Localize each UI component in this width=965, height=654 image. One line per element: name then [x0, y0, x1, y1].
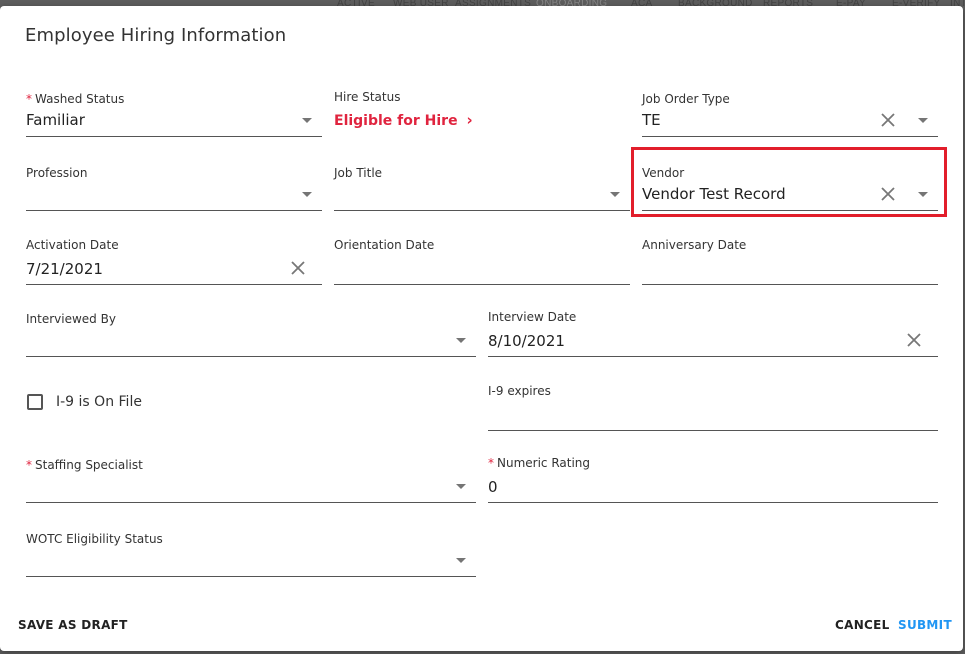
- orientation-date-field[interactable]: Orientation Date: [334, 238, 630, 285]
- job-title-select[interactable]: Job Title: [334, 166, 630, 212]
- i9-on-file-label: I-9 is On File: [56, 394, 142, 410]
- job-order-type-value: TE: [642, 111, 661, 129]
- wotc-status-label: WOTC Eligibility Status: [26, 532, 163, 546]
- hire-status-label: Hire Status: [334, 90, 401, 104]
- job-order-type-label: Job Order Type: [642, 92, 730, 106]
- washed-status-value: Familiar: [26, 111, 85, 129]
- interview-date-value: 8/10/2021: [488, 332, 565, 350]
- numeric-rating-label: * Numeric Rating: [488, 456, 590, 470]
- required-marker: *: [26, 92, 32, 106]
- field-underline: [26, 136, 322, 137]
- wotc-status-select[interactable]: WOTC Eligibility Status: [26, 532, 476, 578]
- required-marker: *: [26, 458, 32, 472]
- i9-expires-label: I-9 expires: [488, 384, 551, 398]
- numeric-rating-field[interactable]: * Numeric Rating 0: [488, 456, 938, 503]
- hire-status-link[interactable]: Eligible for Hire ›: [334, 111, 473, 129]
- field-underline: [26, 210, 322, 211]
- hiring-info-dialog: Employee Hiring Information * Washed Stat…: [0, 6, 963, 651]
- numeric-rating-value: 0: [488, 478, 498, 496]
- activation-date-field[interactable]: Activation Date 7/21/2021: [26, 238, 322, 285]
- field-underline: [488, 502, 938, 503]
- field-underline: [26, 576, 476, 577]
- numeric-rating-label-text: Numeric Rating: [497, 456, 591, 470]
- i9-expires-field[interactable]: I-9 expires: [488, 384, 938, 431]
- chevron-down-icon[interactable]: [610, 192, 620, 197]
- field-underline: [26, 502, 476, 503]
- activation-date-label: Activation Date: [26, 238, 119, 252]
- required-marker: *: [488, 456, 494, 470]
- chevron-down-icon[interactable]: [456, 338, 466, 343]
- interviewed-by-label: Interviewed By: [26, 312, 116, 326]
- field-underline: [26, 356, 476, 357]
- field-underline: [488, 430, 938, 431]
- washed-status-select[interactable]: * Washed Status Familiar: [26, 92, 322, 138]
- chevron-down-icon[interactable]: [302, 118, 312, 123]
- field-underline: [334, 284, 630, 285]
- anniversary-date-field[interactable]: Anniversary Date: [642, 238, 938, 285]
- activation-date-value: 7/21/2021: [26, 260, 103, 278]
- i9-on-file-checkbox[interactable]: [27, 394, 43, 410]
- chevron-down-icon[interactable]: [302, 192, 312, 197]
- chevron-down-icon[interactable]: [456, 484, 466, 489]
- washed-status-label-text: Washed Status: [35, 92, 125, 106]
- chevron-down-icon[interactable]: [456, 558, 466, 563]
- staffing-specialist-label: * Staffing Specialist: [26, 458, 143, 472]
- vendor-highlight-box: [631, 147, 947, 217]
- chevron-down-icon[interactable]: [918, 118, 928, 123]
- profession-label: Profession: [26, 166, 88, 180]
- interviewed-by-select[interactable]: Interviewed By: [26, 312, 476, 358]
- dialog-title: Employee Hiring Information: [25, 25, 287, 46]
- clear-icon[interactable]: [906, 332, 922, 348]
- field-underline: [488, 356, 938, 357]
- washed-status-label: * Washed Status: [26, 92, 124, 106]
- orientation-date-label: Orientation Date: [334, 238, 435, 252]
- clear-icon[interactable]: [290, 260, 306, 276]
- staffing-specialist-select[interactable]: * Staffing Specialist: [26, 458, 476, 504]
- save-as-draft-button[interactable]: SAVE AS DRAFT: [18, 618, 128, 632]
- job-title-label: Job Title: [334, 166, 383, 180]
- hire-status-value: Eligible for Hire: [334, 113, 458, 129]
- interview-date-label: Interview Date: [488, 310, 577, 324]
- job-order-type-select[interactable]: Job Order Type TE: [642, 92, 938, 138]
- cancel-button[interactable]: CANCEL: [835, 618, 890, 632]
- field-underline: [642, 284, 938, 285]
- clear-icon[interactable]: [880, 112, 896, 128]
- field-underline: [26, 284, 322, 285]
- interview-date-field[interactable]: Interview Date 8/10/2021: [488, 310, 938, 357]
- field-underline: [642, 136, 938, 137]
- profession-select[interactable]: Profession: [26, 166, 322, 212]
- staffing-specialist-label-text: Staffing Specialist: [35, 458, 143, 472]
- field-underline: [334, 210, 630, 211]
- submit-button[interactable]: SUBMIT: [898, 618, 952, 632]
- hire-status-field: Hire Status Eligible for Hire ›: [334, 90, 630, 136]
- chevron-right-icon: ›: [466, 111, 473, 129]
- anniversary-date-label: Anniversary Date: [642, 238, 747, 252]
